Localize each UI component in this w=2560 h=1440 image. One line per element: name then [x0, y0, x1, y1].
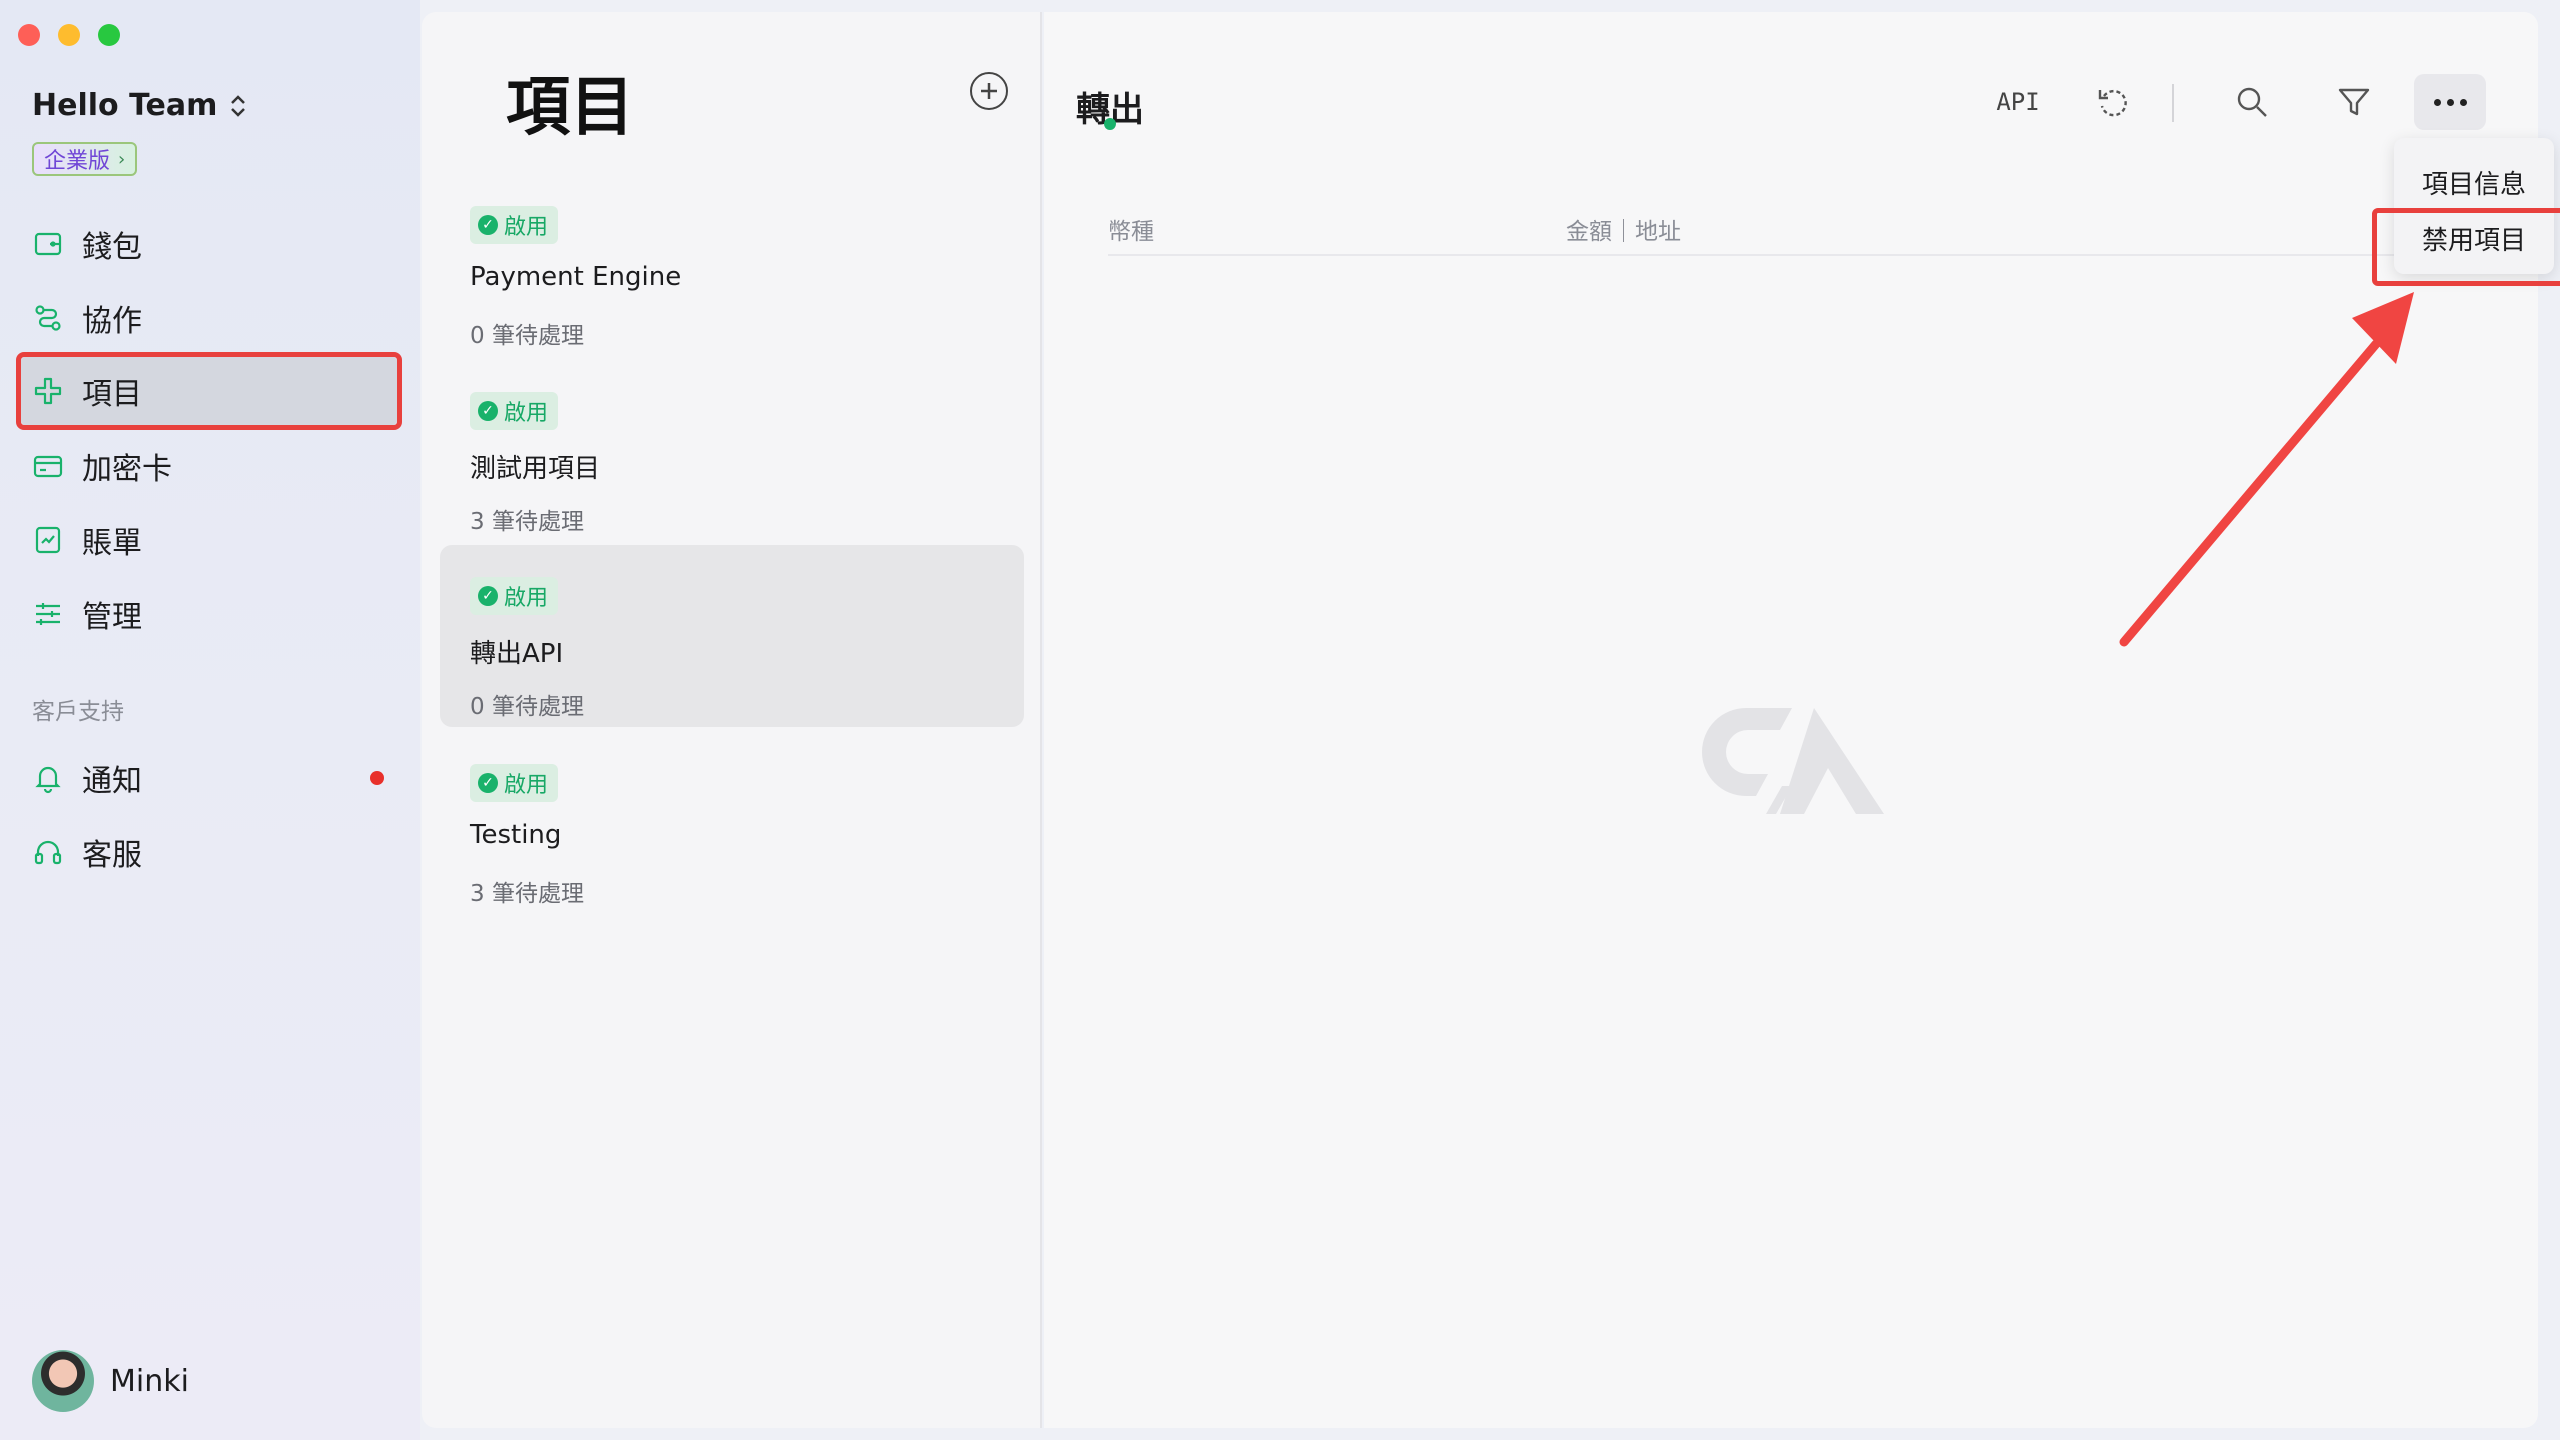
- project-item[interactable]: ✓ 啟用 測試用項目 3 筆待處理: [440, 378, 1024, 560]
- refresh-button[interactable]: [2084, 74, 2144, 130]
- headset-icon: [34, 840, 62, 865]
- minimize-window-button[interactable]: [58, 24, 80, 46]
- chevron-right-icon: ›: [118, 148, 126, 170]
- api-button[interactable]: API: [1980, 74, 2056, 130]
- section-label-support: 客戶支持: [32, 699, 124, 725]
- more-button[interactable]: [2414, 74, 2486, 130]
- filter-icon: [2338, 88, 2370, 116]
- column-header-amount-address: 金額｜地址: [1566, 219, 1681, 245]
- pending-count: 3 筆待處理: [470, 509, 584, 535]
- more-dropdown-menu: 項目信息 禁用項目: [2372, 138, 2560, 286]
- bell-icon: [35, 766, 61, 794]
- team-switcher[interactable]: Hello Team: [32, 88, 247, 123]
- nav-label: 協作: [82, 304, 142, 339]
- close-window-button[interactable]: [18, 24, 40, 46]
- collaborate-icon: [35, 305, 61, 331]
- user-name: Minki: [110, 1363, 189, 1399]
- pending-count: 0 筆待處理: [470, 694, 584, 720]
- chevron-updown-icon: [231, 94, 246, 117]
- status-badge: ✓ 啟用: [470, 577, 559, 615]
- plan-badge[interactable]: 企業版 ›: [32, 142, 138, 176]
- card-icon: [33, 455, 63, 478]
- column-header-currency: 幣種: [1108, 219, 1154, 245]
- nav-item-manage[interactable]: 管理: [20, 579, 398, 649]
- nav-item-wallet[interactable]: 錢包: [20, 209, 398, 279]
- toolbar-divider: [2172, 84, 2174, 122]
- nav-item-notifications[interactable]: 通知: [20, 743, 398, 813]
- project-icon: [34, 377, 62, 405]
- team-name: Hello Team: [32, 88, 218, 123]
- check-icon: ✓: [478, 773, 498, 793]
- nav-label: 加密卡: [82, 452, 172, 487]
- project-name: 測試用項目: [470, 454, 601, 484]
- tab-active-indicator: [1104, 118, 1116, 130]
- nav-item-projects[interactable]: 項目: [16, 352, 402, 430]
- search-icon: [2237, 87, 2267, 117]
- nav-item-crypto-card[interactable]: 加密卡: [20, 431, 398, 501]
- more-icon: [2433, 98, 2441, 106]
- maximize-window-button[interactable]: [98, 24, 120, 46]
- sidebar: Hello Team 企業版 › 錢包 協作 項目 加密卡 賬單 管理 客戶支持…: [0, 0, 420, 1440]
- filter-button[interactable]: [2324, 74, 2384, 130]
- content-panel: 轉出 API 幣種 金額｜地址 項目信息 禁用項目: [1044, 12, 2560, 1428]
- nav-label: 客服: [82, 838, 142, 873]
- status-badge: ✓ 啟用: [470, 392, 559, 430]
- notification-dot: [370, 771, 384, 785]
- status-badge: ✓ 啟用: [470, 206, 559, 244]
- nav-label: 項目: [82, 377, 142, 412]
- menu-item-disable-project[interactable]: 禁用項目: [2372, 208, 2560, 286]
- project-item[interactable]: ✓ 啟用 Testing 3 筆待處理: [440, 750, 1024, 932]
- nav-item-collaborate[interactable]: 協作: [20, 283, 398, 353]
- user-profile[interactable]: Minki: [32, 1350, 189, 1412]
- check-icon: ✓: [478, 586, 498, 606]
- settings-sliders-icon: [36, 603, 60, 625]
- check-icon: ✓: [478, 401, 498, 421]
- search-button[interactable]: [2222, 74, 2282, 130]
- project-list-panel: 項目 ✓ 啟用 Payment Engine 0 筆待處理 ✓ 啟用 測試用項目…: [422, 12, 1042, 1428]
- project-name: 轉出API: [470, 639, 564, 669]
- project-name: Payment Engine: [470, 262, 682, 292]
- annotation-arrow: [2119, 292, 2414, 647]
- check-icon: ✓: [478, 215, 498, 235]
- bill-icon: [35, 526, 61, 554]
- add-project-button[interactable]: [970, 72, 1008, 110]
- project-name: Testing: [470, 820, 562, 850]
- nav-label: 賬單: [82, 526, 142, 561]
- nav-label: 錢包: [82, 230, 142, 265]
- nav-item-customer-service[interactable]: 客服: [20, 817, 398, 887]
- menu-item-project-info[interactable]: 項目信息: [2394, 154, 2554, 210]
- status-badge: ✓ 啟用: [470, 764, 559, 802]
- wallet-icon: [34, 232, 62, 256]
- project-item-selected[interactable]: ✓ 啟用 轉出API 0 筆待處理: [440, 545, 1024, 727]
- plus-circle-icon: [981, 83, 997, 99]
- nav-label: 通知: [82, 764, 142, 799]
- refresh-icon: [2098, 89, 2127, 117]
- avatar: [32, 1350, 94, 1412]
- pending-count: 3 筆待處理: [470, 881, 584, 907]
- watermark-logo: [1702, 708, 1884, 814]
- nav-label: 管理: [82, 600, 142, 635]
- nav-item-bills[interactable]: 賬單: [20, 505, 398, 575]
- project-item[interactable]: ✓ 啟用 Payment Engine 0 筆待處理: [440, 192, 1024, 374]
- pending-count: 0 筆待處理: [470, 323, 584, 349]
- page-title: 項目: [506, 71, 634, 145]
- header-divider: [1108, 254, 2408, 256]
